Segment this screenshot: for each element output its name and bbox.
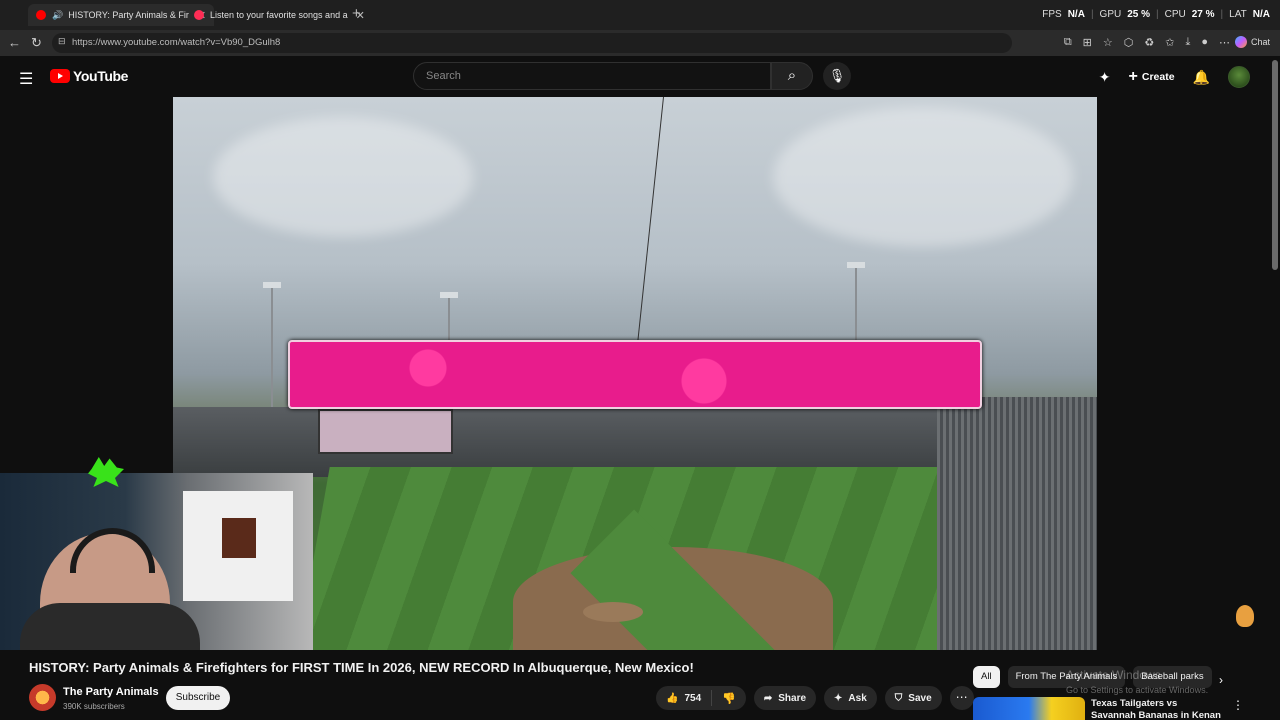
tab-title: HISTORY: Party Animals & Fir bbox=[68, 10, 189, 20]
save-button[interactable]: ⛉ Save bbox=[884, 686, 942, 710]
notifications-bell-icon[interactable]: 🔔 bbox=[1193, 69, 1210, 86]
share-label: Share bbox=[778, 692, 807, 704]
youtube-header: ☰ YouTube Search ⌕ 🎙 ✦ + Create 🔔 bbox=[0, 56, 1280, 97]
more-options-icon[interactable]: ⋯ bbox=[1219, 36, 1230, 49]
lat-value: N/A bbox=[1252, 9, 1270, 20]
like-count: 754 bbox=[684, 692, 702, 704]
tab-music[interactable]: Listen to your favorite songs and a ✕ bbox=[186, 4, 373, 26]
youtube-logo[interactable]: YouTube bbox=[50, 68, 128, 84]
thumbs-up-icon: 👍 bbox=[666, 692, 679, 704]
search-button[interactable]: ⌕ bbox=[771, 62, 813, 90]
recommendation-thumbnail[interactable] bbox=[973, 697, 1085, 720]
browser-toolbar-icons: ⧉ ⊞ ☆ ⬡ ♻ ✩ ⤓ ● ⋯ bbox=[1064, 36, 1230, 49]
youtube-favicon-icon bbox=[36, 10, 46, 20]
downloads-icon[interactable]: ⤓ bbox=[1185, 36, 1190, 49]
video-title: HISTORY: Party Animals & Firefighters fo… bbox=[29, 660, 694, 675]
new-tab-button[interactable]: + bbox=[352, 5, 361, 22]
headset bbox=[70, 528, 155, 573]
hamburger-menu-icon[interactable]: ☰ bbox=[19, 69, 33, 89]
channel-watermark-mascot bbox=[1236, 605, 1254, 627]
speaker-icon[interactable]: 🔊 bbox=[52, 10, 63, 21]
streamer-hoodie bbox=[20, 603, 200, 650]
share-button[interactable]: ➦ Share bbox=[753, 686, 817, 710]
sky-cloud bbox=[773, 107, 1073, 247]
tab-title: Listen to your favorite songs and a bbox=[210, 10, 348, 20]
url-field[interactable]: ⊟ https://www.youtube.com/watch?v=Vb90_D… bbox=[52, 33, 1012, 53]
music-favicon-icon bbox=[194, 10, 204, 20]
pitchers-mound bbox=[583, 602, 643, 622]
stadium-light bbox=[847, 262, 865, 268]
activate-windows-subtext: Go to Settings to activate Windows. bbox=[1066, 685, 1209, 695]
stadium-light bbox=[263, 282, 281, 288]
reading-view-icon[interactable]: ⊞ bbox=[1083, 36, 1092, 49]
webcam-overlay bbox=[0, 473, 313, 650]
channel-name[interactable]: The Party Animals bbox=[63, 686, 159, 698]
subscriber-count: 390K subscribers bbox=[63, 702, 125, 711]
plus-icon: + bbox=[1128, 68, 1138, 85]
fps-label: FPS bbox=[1042, 9, 1062, 20]
extensions-icon[interactable]: ⬡ bbox=[1124, 36, 1134, 49]
refresh-icon[interactable]: ↻ bbox=[31, 35, 42, 51]
extension-puzzle-icon[interactable]: ✦ bbox=[1099, 69, 1111, 86]
crowd bbox=[937, 397, 1097, 650]
lat-label: LAT bbox=[1229, 9, 1247, 20]
voice-search-button[interactable]: 🎙 bbox=[823, 62, 851, 90]
youtube-play-icon bbox=[50, 69, 70, 83]
like-button[interactable]: 👍 754 bbox=[656, 690, 713, 706]
page-scrollbar[interactable] bbox=[1272, 60, 1278, 270]
search-input[interactable]: Search bbox=[413, 62, 771, 90]
recommendation-title[interactable]: Texas Tailgaters vs Savannah Bananas in … bbox=[1091, 698, 1221, 720]
video-banner-overlay bbox=[288, 340, 982, 409]
chevron-right-icon[interactable]: › bbox=[1219, 673, 1223, 687]
back-arrow-icon[interactable]: ← bbox=[8, 35, 21, 50]
copilot-icon bbox=[1234, 36, 1247, 48]
more-dots-icon: ⋯ bbox=[955, 690, 968, 704]
search-icon: ⌕ bbox=[787, 67, 797, 84]
ask-button[interactable]: ✦ Ask bbox=[824, 686, 877, 710]
favorites-icon[interactable]: ✩ bbox=[1165, 36, 1174, 49]
translate-icon[interactable]: ⧉ bbox=[1064, 36, 1072, 49]
dislike-button[interactable]: 👎 bbox=[712, 692, 746, 705]
scoreboard-screen bbox=[318, 409, 453, 454]
browser-tab-bar: 🔊 HISTORY: Party Animals & Fir ✕ Listen … bbox=[0, 0, 1280, 30]
account-avatar[interactable] bbox=[1228, 66, 1250, 88]
youtube-wordmark: YouTube bbox=[73, 68, 129, 84]
cpu-value: 27 % bbox=[1191, 9, 1215, 20]
gpu-value: 25 % bbox=[1127, 9, 1151, 20]
subscribe-button[interactable]: Subscribe bbox=[166, 686, 230, 710]
activate-windows-watermark: Activate Windows bbox=[1066, 668, 1161, 682]
like-dislike-group: 👍 754 👎 bbox=[656, 686, 746, 710]
share-arrow-icon: ➦ bbox=[763, 692, 773, 704]
more-actions-button[interactable]: ⋯ bbox=[949, 686, 974, 710]
video-actions: 👍 754 👎 ➦ Share ✦ Ask ⛉ Save ⋯ bbox=[656, 686, 974, 710]
chat-label: Chat bbox=[1250, 37, 1270, 47]
performance-overlay: FPS N/A | GPU 25 % | CPU 27 % | LAT N/A bbox=[1042, 9, 1270, 20]
ask-label: Ask bbox=[848, 692, 867, 704]
tshirt-print bbox=[222, 518, 256, 558]
sky-cloud bbox=[213, 117, 473, 237]
address-bar-row: ← ↻ ⊟ https://www.youtube.com/watch?v=Vb… bbox=[0, 30, 1280, 56]
channel-avatar[interactable] bbox=[29, 684, 56, 711]
sparkle-icon: ✦ bbox=[834, 692, 843, 704]
stadium-light bbox=[440, 292, 458, 298]
favorite-star-icon[interactable]: ☆ bbox=[1103, 36, 1113, 49]
microphone-icon: 🎙 bbox=[828, 68, 846, 83]
performance-icon[interactable]: ♻ bbox=[1144, 36, 1154, 49]
thumbs-down-icon: 👎 bbox=[722, 692, 736, 705]
copilot-chat-button[interactable]: Chat bbox=[1234, 36, 1270, 48]
cpu-label: CPU bbox=[1164, 9, 1186, 20]
recommendation-more-icon[interactable]: ⋮ bbox=[1232, 698, 1244, 712]
chip-all[interactable]: All bbox=[973, 666, 1000, 688]
header-right-actions: ✦ + Create 🔔 bbox=[1099, 66, 1250, 88]
url-text: https://www.youtube.com/watch?v=Vb90_DGu… bbox=[72, 37, 281, 48]
site-info-icon[interactable]: ⊟ bbox=[58, 36, 66, 47]
save-label: Save bbox=[908, 692, 932, 704]
create-label: Create bbox=[1141, 71, 1175, 83]
profile-icon[interactable]: ● bbox=[1201, 36, 1208, 49]
gpu-label: GPU bbox=[1099, 9, 1122, 20]
bookmark-icon: ⛉ bbox=[894, 692, 903, 704]
fps-value: N/A bbox=[1067, 9, 1085, 20]
create-button[interactable]: + Create bbox=[1129, 68, 1175, 86]
